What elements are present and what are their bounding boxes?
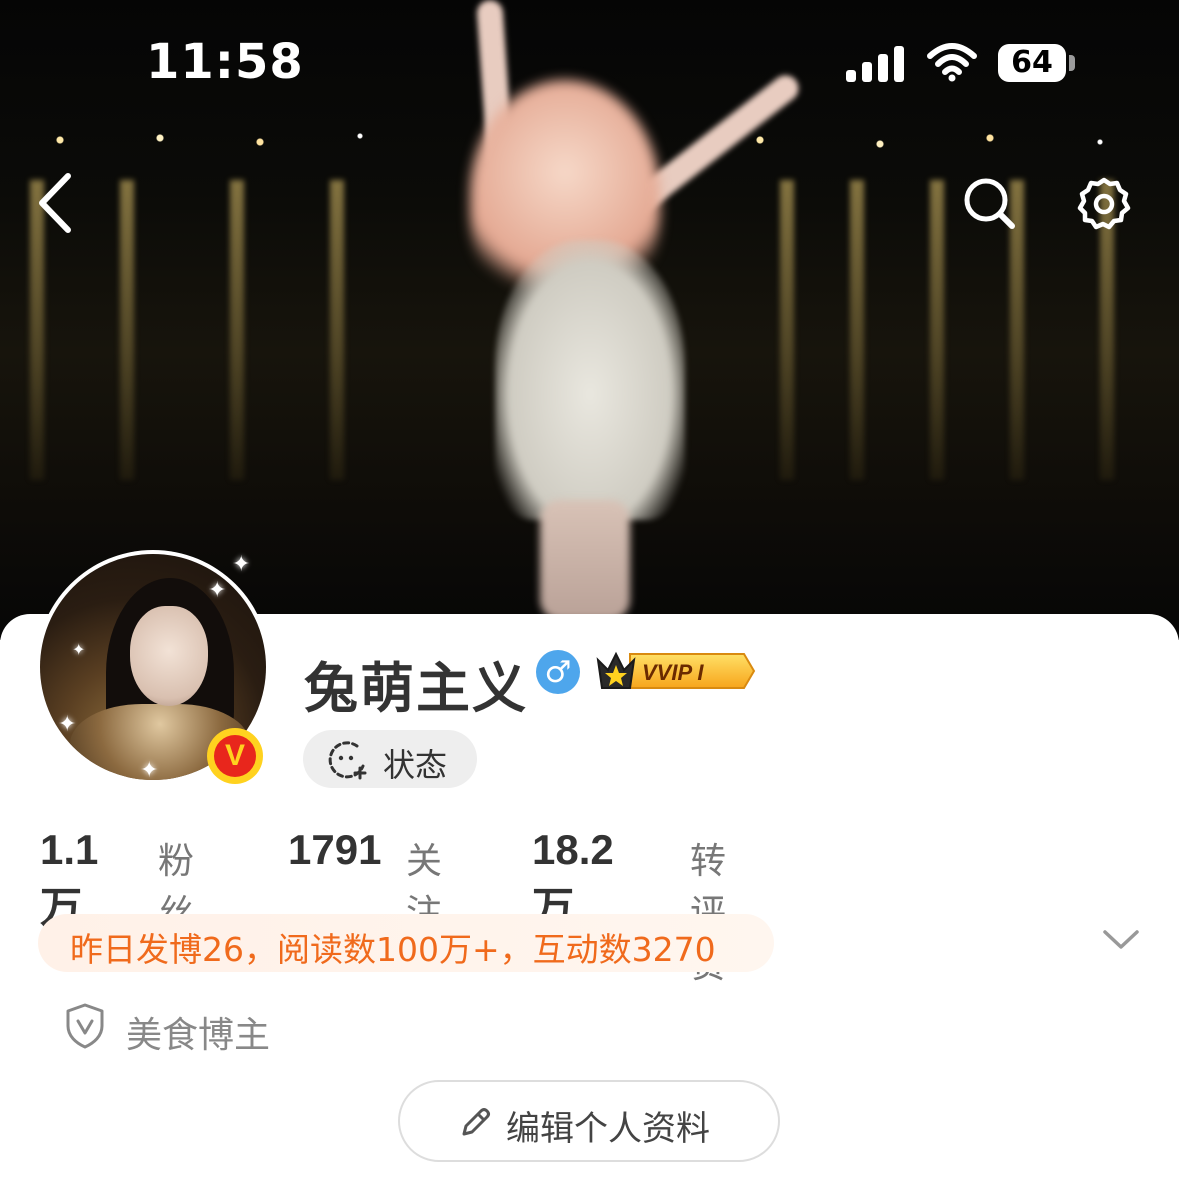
status-label: 状态 xyxy=(383,746,448,784)
following-count[interactable]: 1791 xyxy=(288,826,381,874)
sparkle-icon: ✦ xyxy=(208,578,227,603)
edit-profile-button[interactable]: 编辑个人资料 xyxy=(398,1080,780,1162)
status-time: 11:58 xyxy=(146,34,304,90)
chevron-down-icon[interactable] xyxy=(1102,928,1140,952)
edit-profile-label: 编辑个人资料 xyxy=(506,1109,710,1149)
username: 兔萌主义 xyxy=(304,657,528,720)
verified-badge-icon: V xyxy=(207,728,263,784)
sparkle-icon: ✦ xyxy=(232,552,251,577)
sparkle-icon: ✦ xyxy=(140,758,159,783)
category-label: 美食博主 xyxy=(126,1015,271,1056)
sparkle-icon: ✦ xyxy=(72,640,86,659)
cover-photo[interactable] xyxy=(0,0,1179,640)
battery-icon: 64 xyxy=(998,44,1066,82)
activity-banner[interactable]: 昨日发博26，阅读数100万+，互动数3270 xyxy=(38,914,774,972)
vvip-badge[interactable]: VVIP I xyxy=(594,648,756,694)
vvip-label: VVIP I xyxy=(642,660,704,685)
back-arrow-icon[interactable] xyxy=(34,172,74,234)
activity-text: 昨日发博26，阅读数100万+，互动数3270 xyxy=(70,930,716,969)
shield-v-icon xyxy=(66,1003,104,1049)
category-tag[interactable]: 美食博主 xyxy=(64,1002,270,1056)
wifi-icon xyxy=(927,43,977,82)
gear-icon[interactable] xyxy=(1076,176,1132,232)
search-icon[interactable] xyxy=(962,176,1018,232)
pencil-icon xyxy=(462,1108,490,1136)
status-button[interactable]: 状态 xyxy=(303,730,477,788)
male-gender-icon: ♂ xyxy=(536,650,580,694)
cellular-signal-icon xyxy=(846,46,904,82)
sparkle-icon: ✦ xyxy=(58,712,77,737)
add-status-icon xyxy=(328,741,367,780)
